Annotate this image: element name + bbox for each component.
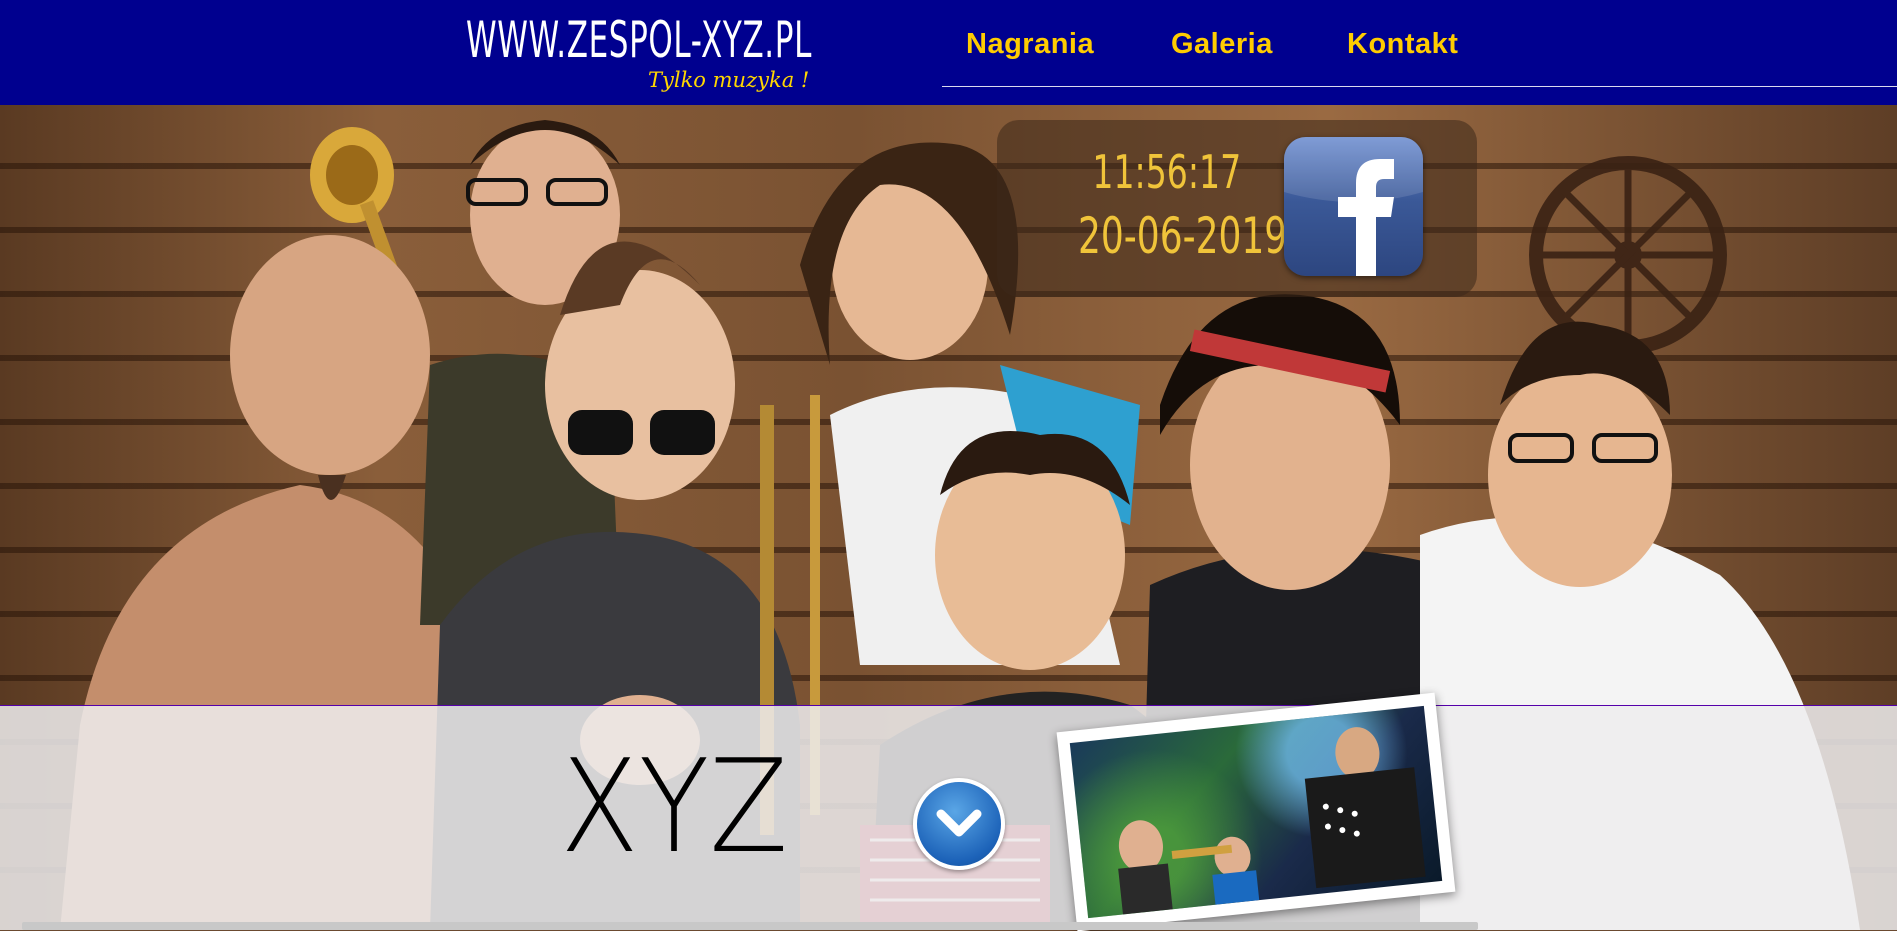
- wagon-wheel: [1529, 156, 1727, 354]
- nav-divider: [942, 86, 1897, 87]
- nav-link-galeria[interactable]: Galeria: [1171, 28, 1273, 61]
- concert-photo-illustration: [1118, 727, 1426, 919]
- concert-photo: [1069, 705, 1443, 919]
- chevron-down-icon: [936, 809, 982, 837]
- horizontal-scrollbar[interactable]: [22, 922, 1478, 930]
- facebook-logo-glyph: [1284, 137, 1423, 276]
- facebook-icon[interactable]: [1284, 137, 1423, 276]
- clock-date: 20-06-2019: [1078, 207, 1288, 265]
- site-header: WWW.ZESPOL-XYZ.PL Tylko muzyka ! Nagrani…: [0, 0, 1897, 105]
- site-tagline: Tylko muzyka !: [648, 68, 810, 92]
- concert-photo-card[interactable]: [1056, 692, 1456, 931]
- clock-time: 11:56:17: [1092, 145, 1242, 199]
- nav-link-kontakt[interactable]: Kontakt: [1347, 28, 1458, 61]
- scroll-down-button[interactable]: [913, 778, 1005, 870]
- site-logo[interactable]: WWW.ZESPOL-XYZ.PL: [466, 10, 812, 70]
- nav-link-nagrania[interactable]: Nagrania: [966, 28, 1094, 61]
- band-name-heading: XYZ: [560, 733, 789, 882]
